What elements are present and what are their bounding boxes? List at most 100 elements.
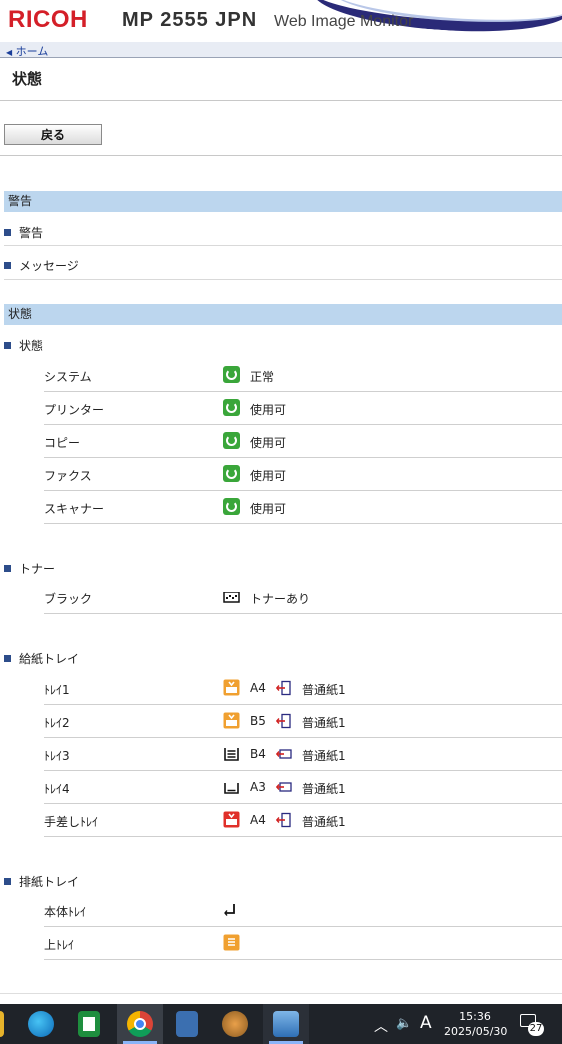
toner-heading: トナー [4,560,55,577]
chevron-left-icon: ◀ [6,48,13,57]
tray-size: B4 [250,747,266,761]
toner-label: ブラック [44,592,93,606]
page-title: 状態 [12,70,43,88]
status-ok-icon [223,465,240,482]
paper-type: 普通紙1 [302,683,346,697]
bullet-icon [4,878,11,885]
output-tray-icon [224,904,235,916]
paper-feed-icon [276,713,291,729]
bullet-icon [4,262,11,269]
tray-size: A3 [250,780,266,794]
tray-label: ﾄﾚｲ3 [44,749,70,763]
app-header: RICOH MP 2555 JPN Web Image Monitor [0,0,562,42]
paper-tray-row: ﾄﾚｲ1 A4 普通紙1 [44,672,562,705]
status-value: 使用可 [250,403,287,417]
paper-tray-row: 手差しﾄﾚｲ A4 普通紙1 [44,804,562,837]
tray-size: A4 [250,681,266,695]
clock-time: 15:36 [459,1010,491,1023]
output-tray-heading: 排紙トレイ [4,873,79,890]
divider [4,279,562,280]
status-label: システム [44,370,92,384]
tray-partial-orange-icon [223,712,240,729]
paper-feed-icon [276,680,291,696]
tray-label: ﾄﾚｲ4 [44,782,70,796]
toner-value: トナーあり [250,592,311,606]
taskbar: ︿ 🔈 A 15:36 2025/05/30 27 [0,1004,562,1044]
paint-icon[interactable] [222,1011,248,1037]
status-row-fax: ファクス 使用可 [44,458,562,491]
bullet-icon [4,342,11,349]
tray-partial-orange-icon [223,679,240,696]
output-tray-orange-icon [223,934,240,951]
status-row-copy: コピー 使用可 [44,425,562,458]
message-link[interactable]: メッセージ [4,257,79,274]
notification-icon[interactable]: 27 [520,1014,544,1036]
spreadsheet-icon[interactable] [78,1011,100,1037]
image-viewer-taskbar[interactable] [263,1004,309,1044]
tray-size: A4 [250,813,266,827]
status-ok-icon [223,498,240,515]
paper-feed-landscape-icon [276,749,292,759]
status-row-printer: プリンター 使用可 [44,392,562,425]
back-button[interactable]: 戻る [4,124,102,145]
folder-icon[interactable] [0,1011,4,1037]
status-label: コピー [44,436,81,450]
status-value: 使用可 [250,469,287,483]
tray-empty-icon [224,783,239,794]
tray-label: ﾄﾚｲ1 [44,683,70,697]
status-row-system: システム 正常 [44,359,562,392]
edge-browser-icon[interactable] [28,1011,54,1037]
calculator-icon[interactable] [176,1011,198,1037]
toner-level-icon [223,590,240,603]
status-label: ファクス [44,469,92,483]
bullet-icon [4,229,11,236]
paper-feed-landscape-icon [276,782,292,792]
chrome-taskbar-active[interactable] [117,1004,163,1044]
paper-tray-row: ﾄﾚｲ2 B5 普通紙1 [44,705,562,738]
clock-date: 2025/05/30 [444,1025,508,1038]
bypass-tray-red-icon [223,811,240,828]
brand-logo: RICOH [8,6,88,33]
ime-indicator[interactable]: A [420,1013,432,1033]
notification-count: 27 [528,1022,544,1036]
alert-link[interactable]: 警告 [4,224,43,241]
bullet-icon [4,565,11,572]
output-tray-label: 上ﾄﾚｲ [44,938,75,952]
status-label: スキャナー [44,502,105,516]
tray-size: B5 [250,714,266,728]
photo-icon [273,1011,299,1037]
paper-feed-icon [276,812,291,828]
tray-label: ﾄﾚｲ2 [44,716,70,730]
status-ok-icon [223,399,240,416]
divider [0,155,562,156]
divider [0,100,562,101]
divider [0,993,562,994]
tray-label: 手差しﾄﾚｲ [44,815,99,829]
section-band-alerts: 警告 [4,191,562,212]
taskbar-clock[interactable]: 15:36 2025/05/30 [444,1009,508,1039]
output-tray-row: 本体ﾄﾚｲ [44,894,562,927]
output-tray-row: 上ﾄﾚｲ [44,927,562,960]
breadcrumb: ◀ ホーム [0,42,562,58]
paper-type: 普通紙1 [302,815,346,829]
paper-tray-row: ﾄﾚｲ4 A3 普通紙1 [44,771,562,804]
paper-type: 普通紙1 [302,749,346,763]
paper-tray-row: ﾄﾚｲ3 B4 普通紙1 [44,738,562,771]
status-ok-icon [223,432,240,449]
paper-type: 普通紙1 [302,782,346,796]
section-band-status: 状態 [4,304,562,325]
model-name: MP 2555 JPN [122,9,258,31]
status-heading: 状態 [4,337,43,354]
status-label: プリンター [44,403,105,417]
tray-full-icon [224,748,239,761]
paper-type: 普通紙1 [302,716,346,730]
chrome-icon [127,1011,153,1037]
app-name: Web Image Monitor [274,13,414,30]
home-link[interactable]: ◀ ホーム [6,43,48,59]
toner-row-black: ブラック トナーあり [44,581,562,614]
speaker-icon[interactable]: 🔈 [396,1016,412,1031]
chevron-up-icon[interactable]: ︿ [374,1016,388,1036]
status-value: 使用可 [250,436,287,450]
status-row-scanner: スキャナー 使用可 [44,491,562,524]
output-tray-label: 本体ﾄﾚｲ [44,905,87,919]
